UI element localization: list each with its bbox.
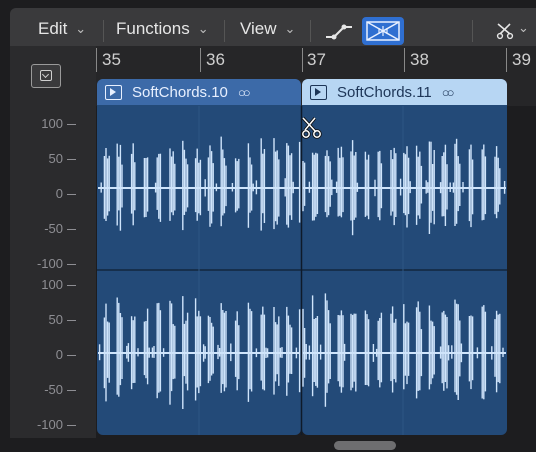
scissors-icon <box>301 116 322 139</box>
scrollbar-thumb[interactable] <box>334 441 396 450</box>
waveform-display <box>97 106 507 435</box>
horizontal-scrollbar[interactable] <box>96 436 536 452</box>
